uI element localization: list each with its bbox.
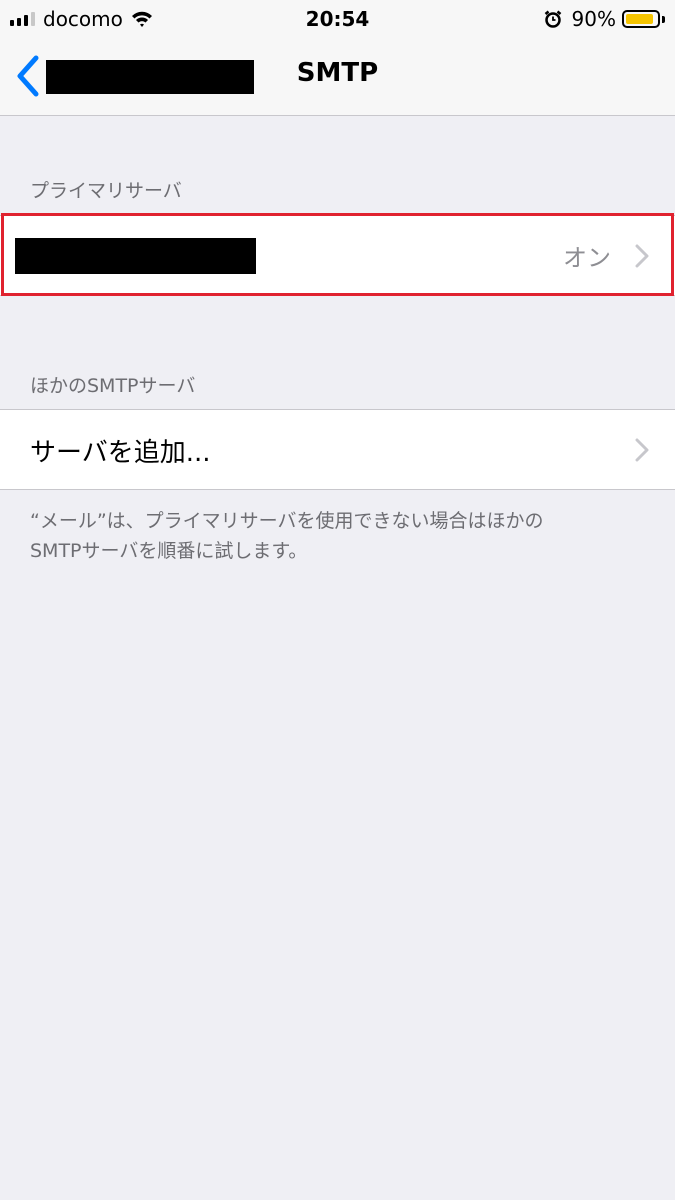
battery-fill: [626, 14, 653, 24]
alarm-icon: [544, 10, 561, 28]
footer-note-line-2: SMTPサーバを順番に試します。: [30, 540, 308, 562]
navigation-bar: SMTP: [0, 38, 675, 116]
footer-note-line-1: “メール”は、プライマリサーバを使用できない場合はほかの: [30, 510, 544, 532]
battery-percent: 90%: [571, 7, 616, 31]
status-right: 90%: [544, 7, 665, 31]
battery-cap: [662, 15, 665, 23]
battery-icon: [622, 10, 660, 28]
add-server-cell[interactable]: サーバを追加...: [0, 409, 675, 490]
status-bar: docomo 20:54 90%: [0, 0, 675, 38]
highlight-box: [1, 213, 674, 296]
footer-note: “メール”は、プライマリサーバを使用できない場合はほかの SMTPサーバを順番に…: [30, 506, 650, 566]
page-title: SMTP: [296, 58, 379, 88]
chevron-right-icon: [635, 438, 649, 462]
add-server-label: サーバを追加...: [30, 438, 211, 468]
primary-server-header: プライマリサーバ: [30, 180, 182, 202]
other-servers-header: ほかのSMTPサーバ: [30, 375, 196, 397]
